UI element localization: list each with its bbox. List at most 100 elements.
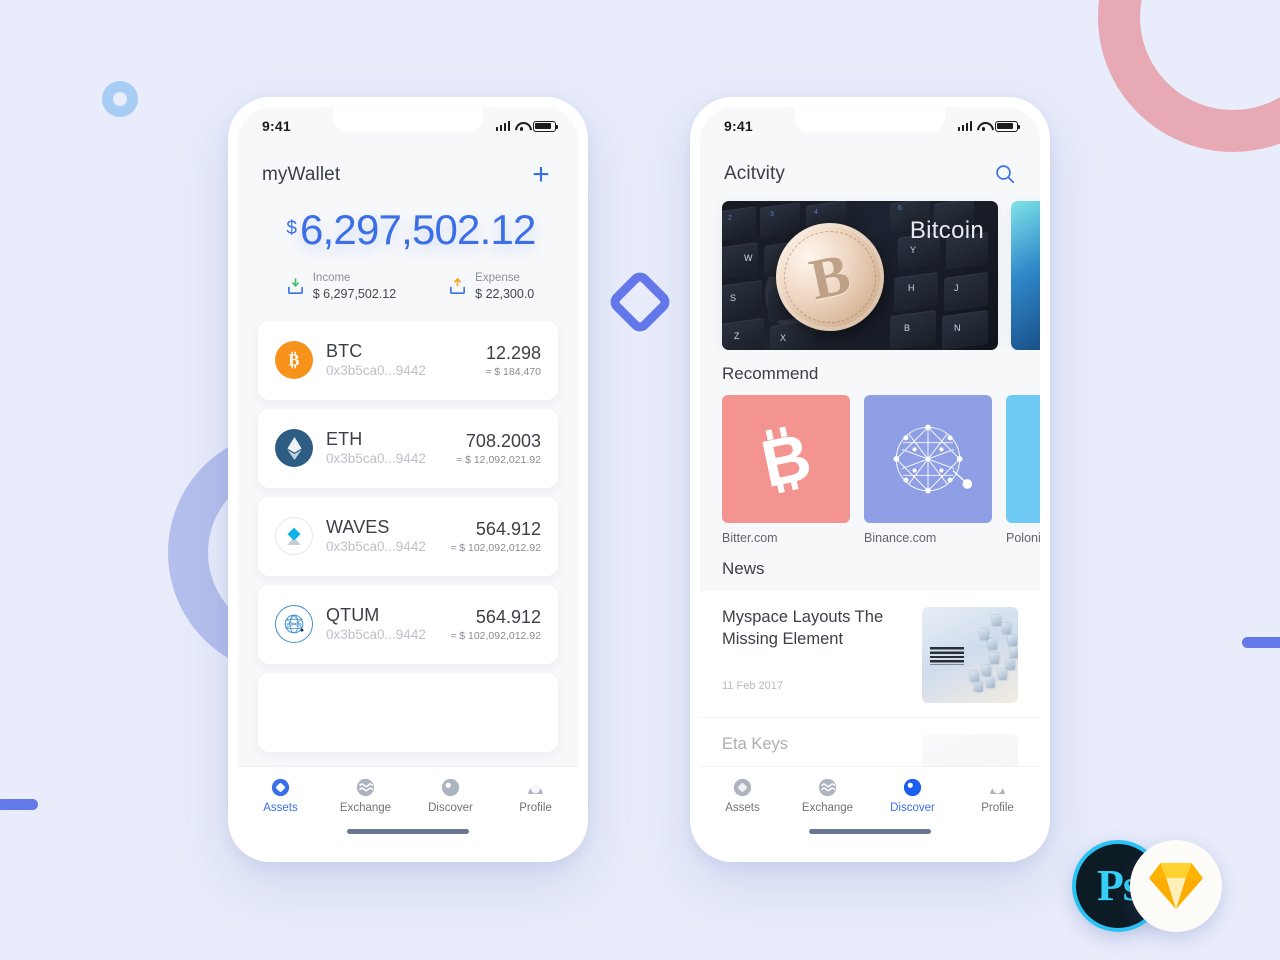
search-icon[interactable] <box>994 163 1016 185</box>
tab-bar-wallet: Assets Exchange Discover Profile <box>238 766 578 852</box>
income-label: Income <box>312 272 351 284</box>
table-row[interactable]: WAVES 0x3b5ca0...9442 564.912 ≈ $ 102,09… <box>258 496 558 576</box>
exchange-waves-icon <box>818 778 837 797</box>
asset-symbol: ETH <box>326 429 363 450</box>
bitcoin-coin-icon: B <box>275 341 313 380</box>
expense-value: $ 22,300.0 <box>475 287 535 302</box>
tab-assets[interactable]: Assets <box>700 778 785 814</box>
wallet-screen: 9:41 myWallet + $ 6,297,502.12 Income $ … <box>238 107 578 852</box>
list-item-label: Binance.com <box>864 531 937 545</box>
tab-exchange[interactable]: Exchange <box>785 778 870 814</box>
tab-label: Discover <box>428 802 473 814</box>
tab-bar-activity: Assets Exchange Discover Profile <box>700 766 1040 852</box>
banner-bitcoin[interactable]: 2 3 4 6 W E Y S H J Z X B N B Bitcoin <box>722 201 998 350</box>
status-bar-activity: 9:41 <box>700 107 1040 145</box>
recommend-carousel[interactable]: B Bitter.com Binance.com Poloni <box>700 384 1040 545</box>
income-expense-row: Income $ 6,297,502.12 Expense $ 22,300.0 <box>238 271 578 303</box>
tab-discover[interactable]: Discover <box>408 778 493 814</box>
phone-mockup-activity: 9:41 Acitvity 2 3 4 6 W Y S H J Z X B N … <box>690 97 1050 862</box>
tab-discover[interactable]: Discover <box>870 778 955 814</box>
phone-mockup-wallet: 9:41 myWallet + $ 6,297,502.12 Income $ … <box>228 97 588 862</box>
binance-mesh-icon <box>864 395 992 523</box>
section-title-news: News <box>722 559 765 578</box>
news-date: 11 Feb 2017 <box>722 679 783 692</box>
tab-label: Exchange <box>339 802 392 814</box>
sketch-badge <box>1130 840 1222 932</box>
table-row[interactable]: B BTC 0x3b5ca0...9442 12.298 ≈ $ 184,470 <box>258 320 558 400</box>
banner-carousel[interactable]: 2 3 4 6 W E Y S H J Z X B N B Bitcoin <box>700 185 1040 350</box>
table-row[interactable]: ETH 0x3b5ca0...9442 708.2003 ≈ $ 12,092,… <box>258 408 558 488</box>
page-title: myWallet <box>262 164 341 185</box>
list-item-label: Bitter.com <box>722 531 778 545</box>
qtum-coin-icon <box>275 605 313 644</box>
discover-compass-icon <box>441 778 460 797</box>
cellular-signal-icon <box>957 121 972 131</box>
stat-expense: Expense $ 22,300.0 <box>448 271 534 303</box>
tab-profile[interactable]: Profile <box>955 778 1040 814</box>
plus-icon[interactable]: + <box>528 160 554 190</box>
bitcoin-b-icon: B <box>722 395 850 523</box>
profile-person-icon <box>990 784 1005 794</box>
tab-label: Discover <box>890 802 935 814</box>
status-bar-wallet: 9:41 <box>238 107 578 145</box>
list-item[interactable]: Poloniex.com <box>1006 395 1040 545</box>
status-time: 9:41 <box>262 118 291 134</box>
balance-amount: 6,297,502.12 <box>299 206 536 253</box>
tab-label: Assets <box>263 802 298 814</box>
decorative-pink-ring <box>1098 0 1280 152</box>
battery-icon <box>533 120 559 132</box>
asset-symbol: BTC <box>326 341 363 362</box>
battery-icon <box>995 120 1021 132</box>
assets-diamond-icon <box>271 778 290 797</box>
tab-label: Assets <box>725 802 760 814</box>
decorative-diamond-outline <box>606 268 674 336</box>
asset-fiat-value: ≈ $ 102,092,012.92 <box>450 541 541 554</box>
table-row[interactable]: QTUM 0x3b5ca0...9442 564.912 ≈ $ 102,092… <box>258 584 558 664</box>
home-indicator <box>347 829 469 834</box>
tab-assets[interactable]: Assets <box>238 778 323 814</box>
news-title: Myspace Layouts The Missing Element <box>722 608 884 648</box>
asset-address: 0x3b5ca0...9442 <box>326 450 426 466</box>
discover-compass-icon <box>903 778 922 797</box>
asset-list: B BTC 0x3b5ca0...9442 12.298 ≈ $ 184,470 <box>238 320 578 752</box>
section-title-recommend: Recommend <box>722 364 819 383</box>
expense-label: Expense <box>475 272 520 284</box>
tab-profile[interactable]: Profile <box>493 778 578 814</box>
waves-coin-icon <box>275 517 313 556</box>
list-item-label: Poloniex.com <box>1006 531 1040 545</box>
list-item[interactable]: Myspace Layouts The Missing Element 11 F… <box>700 591 1040 718</box>
asset-address: 0x3b5ca0...9442 <box>326 626 426 642</box>
ibm-server-photo <box>922 607 1018 703</box>
expense-upload-icon <box>450 278 466 295</box>
wifi-icon <box>515 121 528 131</box>
wallet-header: myWallet + <box>238 145 578 190</box>
decorative-bar-right <box>1242 637 1280 648</box>
svg-text:B: B <box>288 351 299 370</box>
banner-caption: Bitcoin <box>909 217 984 244</box>
asset-fiat-value: ≈ $ 184,470 <box>485 365 541 378</box>
page-title: Acitvity <box>724 163 785 184</box>
status-icons <box>957 120 1021 132</box>
tool-badges: Ps <box>1072 840 1222 932</box>
asset-address: 0x3b5ca0...9442 <box>326 362 426 378</box>
income-download-icon <box>287 278 303 295</box>
asset-address: 0x3b5ca0...9442 <box>326 538 426 554</box>
decorative-blue-circle <box>102 81 138 117</box>
activity-screen: 9:41 Acitvity 2 3 4 6 W Y S H J Z X B N … <box>700 107 1040 852</box>
news-title: Eta Keys <box>722 735 789 753</box>
poloniex-icon <box>1006 395 1040 523</box>
decorative-bar-left <box>0 799 38 810</box>
asset-symbol: QTUM <box>326 605 380 626</box>
asset-fiat-value: ≈ $ 102,092,012.92 <box>450 629 541 642</box>
balance-display: $ 6,297,502.12 <box>238 209 578 251</box>
asset-symbol: WAVES <box>326 517 390 538</box>
tab-label: Exchange <box>801 802 854 814</box>
banner-next[interactable] <box>1011 201 1040 350</box>
list-item[interactable]: B Bitter.com <box>722 395 850 545</box>
asset-quantity: 708.2003 <box>465 430 541 451</box>
status-icons <box>495 120 559 132</box>
tab-exchange[interactable]: Exchange <box>323 778 408 814</box>
list-item[interactable]: Binance.com <box>864 395 992 545</box>
sketch-diamond-icon <box>1149 862 1203 910</box>
table-row-partial[interactable] <box>258 672 558 752</box>
